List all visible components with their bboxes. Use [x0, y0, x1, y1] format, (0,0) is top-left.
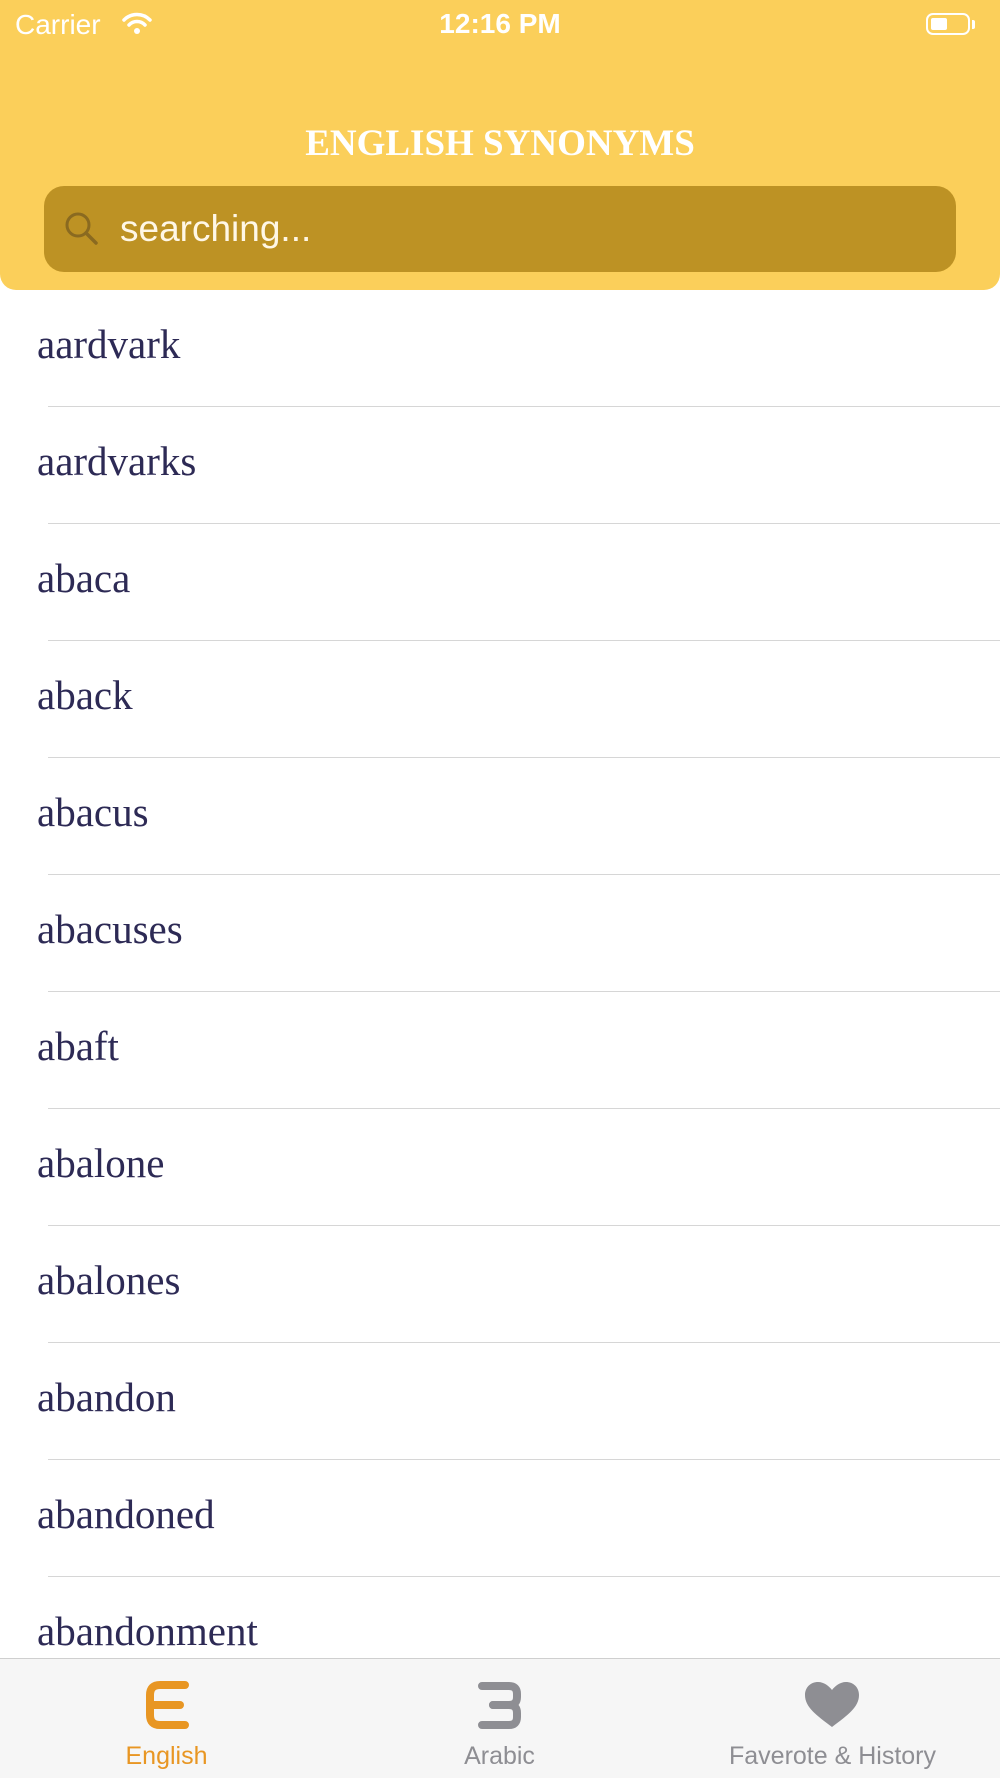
word-label: aback: [37, 672, 133, 718]
tab-favorite-history[interactable]: Faverote & History: [666, 1659, 999, 1779]
list-item[interactable]: abacus: [0, 758, 1000, 875]
tab-english-label: English: [125, 1742, 208, 1770]
word-list: aardvark aardvarks abaca aback abacus ab…: [0, 290, 1000, 1658]
search-bar[interactable]: [44, 186, 956, 272]
tab-english[interactable]: English: [0, 1659, 333, 1779]
status-bar: Carrier 12:16 PM: [0, 0, 1000, 50]
word-label: abandonment: [37, 1608, 258, 1654]
list-item[interactable]: aardvarks: [0, 407, 1000, 524]
status-time: 12:16 PM: [439, 8, 561, 39]
list-item[interactable]: abaca: [0, 524, 1000, 641]
word-label: abandoned: [37, 1491, 215, 1537]
page-title: ENGLISH SYNONYMS: [305, 123, 695, 164]
list-item[interactable]: abandoned: [0, 1460, 1000, 1577]
list-item[interactable]: abandonment: [0, 1577, 1000, 1658]
list-item[interactable]: abalone: [0, 1109, 1000, 1226]
english-letter-icon: [0, 1677, 333, 1733]
word-label: abaft: [37, 1023, 119, 1069]
word-label: abalones: [37, 1257, 181, 1303]
tab-bar: English Arabic Faverote & History: [0, 1658, 1000, 1778]
list-item[interactable]: aardvark: [0, 290, 1000, 407]
app-header: Carrier 12:16 PM ENGLISH SYNONYMS: [0, 0, 1000, 290]
list-item[interactable]: abaft: [0, 992, 1000, 1109]
tab-arabic[interactable]: Arabic: [333, 1659, 666, 1779]
tab-favorite-history-label: Faverote & History: [728, 1742, 936, 1770]
list-item[interactable]: abandon: [0, 1343, 1000, 1460]
battery-icon: [926, 13, 976, 37]
arabic-letter-icon: [333, 1677, 666, 1733]
word-label: aardvarks: [37, 438, 197, 484]
list-item[interactable]: aback: [0, 641, 1000, 758]
word-label: abacus: [37, 789, 149, 835]
search-input[interactable]: [112, 186, 948, 272]
heart-icon: [666, 1677, 999, 1733]
search-icon: [62, 209, 102, 254]
tab-arabic-label: Arabic: [464, 1742, 535, 1770]
word-label: abandon: [37, 1374, 176, 1420]
word-label: abalone: [37, 1140, 165, 1186]
list-item[interactable]: abacuses: [0, 875, 1000, 992]
word-label: abacuses: [37, 906, 183, 952]
word-label: abaca: [37, 555, 131, 601]
list-item[interactable]: abalones: [0, 1226, 1000, 1343]
word-label: aardvark: [37, 321, 181, 367]
